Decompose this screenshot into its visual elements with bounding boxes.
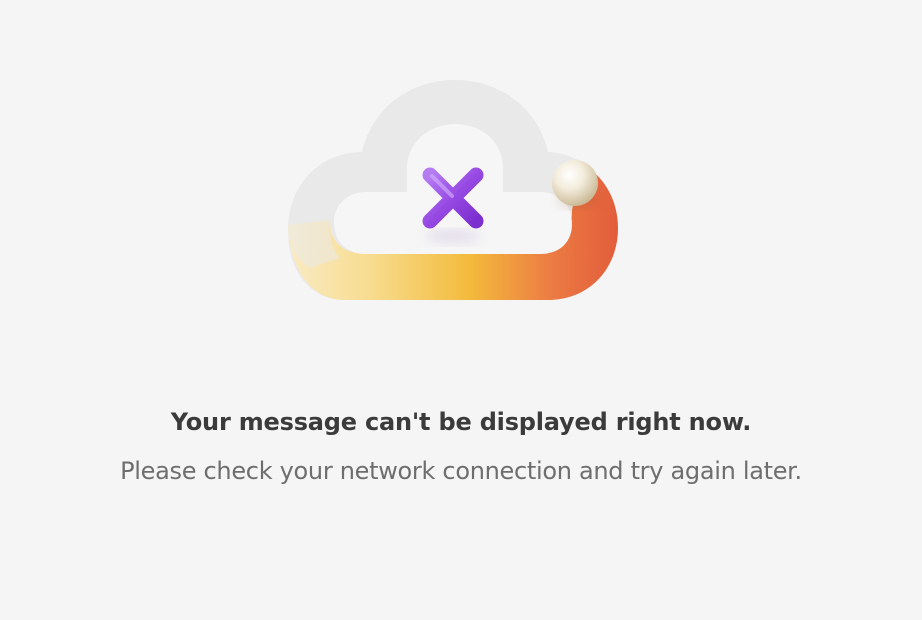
cloud-offline-illustration (288, 80, 618, 300)
error-subtitle: Please check your network connection and… (120, 457, 802, 485)
pearl-bead (552, 160, 598, 206)
error-title: Your message can't be displayed right no… (170, 408, 752, 436)
offline-error-page: Your message can't be displayed right no… (0, 0, 922, 620)
